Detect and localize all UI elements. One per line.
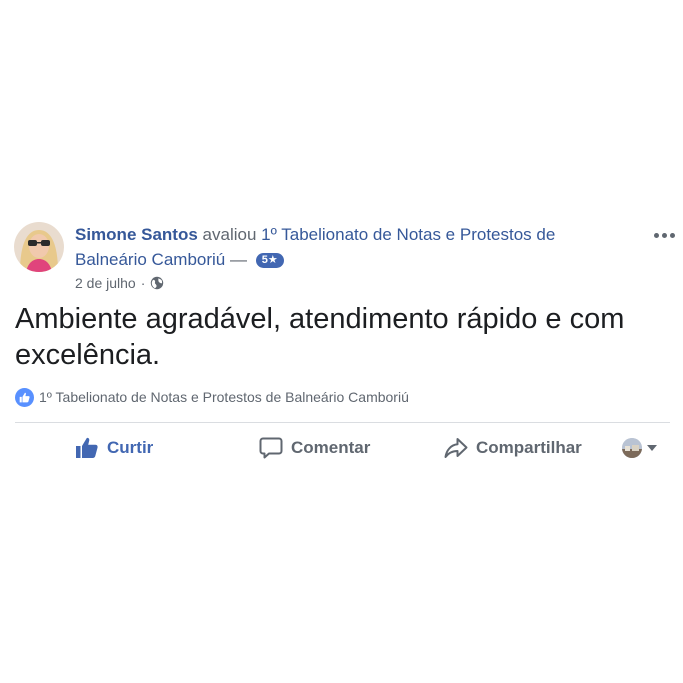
reaction-names: 1º Tabelionato de Notas e Protestos de B… xyxy=(39,389,409,405)
author-name[interactable]: Simone Santos xyxy=(75,225,198,244)
more-dot xyxy=(654,232,659,238)
divider xyxy=(15,422,670,423)
like-button[interactable]: Curtir xyxy=(75,432,153,464)
action-bar: Curtir Comentar Compartilhar xyxy=(0,432,683,464)
comment-bubble-icon xyxy=(259,437,283,459)
rating-dash: — xyxy=(229,250,247,269)
post-meta: 2 de julho · xyxy=(75,274,164,292)
share-arrow-icon xyxy=(444,438,468,458)
post-date[interactable]: 2 de julho xyxy=(75,274,136,292)
page-avatar xyxy=(622,438,642,458)
reactions-bar[interactable]: 1º Tabelionato de Notas e Protestos de B… xyxy=(15,386,409,408)
rating-badge: 5★ xyxy=(255,253,284,268)
share-button[interactable]: Compartilhar xyxy=(444,432,582,464)
more-dot xyxy=(662,232,667,238)
share-label: Compartilhar xyxy=(476,438,582,457)
comment-button[interactable]: Comentar xyxy=(259,432,370,464)
like-label: Curtir xyxy=(107,438,154,457)
more-options-icon[interactable] xyxy=(654,229,678,241)
thumbs-up-icon xyxy=(76,437,98,458)
author-avatar[interactable] xyxy=(14,222,64,272)
review-post: Simone Santos avaliou 1º Tabelionato de … xyxy=(0,0,683,683)
reaction-as-selector[interactable] xyxy=(622,438,657,458)
comment-label: Comentar xyxy=(291,438,371,457)
globe-icon[interactable] xyxy=(150,276,164,290)
more-dot xyxy=(670,232,675,238)
chevron-down-icon xyxy=(647,445,657,451)
meta-separator: · xyxy=(140,275,146,291)
thumbs-up-icon xyxy=(15,387,34,407)
action-verb: avaliou xyxy=(202,225,257,244)
review-text: Ambiente agradável, atendimento rápido e… xyxy=(15,303,625,371)
post-header: Simone Santos avaliou 1º Tabelionato de … xyxy=(75,222,595,272)
